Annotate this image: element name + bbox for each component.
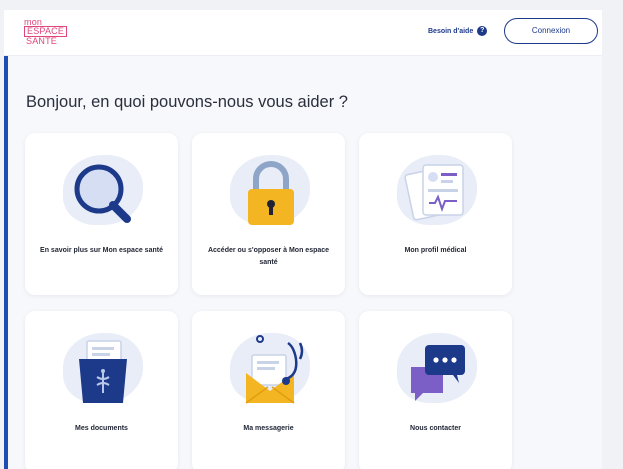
- card-label: Mon profil médical: [404, 247, 467, 254]
- documents-folder-icon: [79, 340, 127, 403]
- padlock-icon: [248, 161, 294, 225]
- main-content: Bonjour, en quoi pouvons-nous vous aider…: [4, 56, 602, 469]
- connexion-button[interactable]: Connexion: [504, 18, 598, 44]
- top-header: mon ESPACE SANTÉ Besoin d'aide ? Connexi…: [4, 10, 602, 56]
- card-label: Ma messagerie: [243, 425, 294, 432]
- mail-stethoscope-icon: [245, 335, 304, 404]
- card-en-savoir-plus[interactable]: En savoir plus sur Mon espace santé: [25, 133, 178, 295]
- card-label: Nous contacter: [410, 425, 461, 432]
- card-nous-contacter[interactable]: Nous contacter: [359, 311, 512, 469]
- logo-line-sante: SANTÉ: [26, 36, 58, 46]
- help-label: Besoin d'aide: [428, 27, 474, 35]
- magnifier-icon: [74, 164, 131, 223]
- app-frame: mon ESPACE SANTÉ Besoin d'aide ? Connexi…: [4, 10, 602, 469]
- chat-bubbles-icon: [411, 345, 465, 401]
- mon-espace-sante-logo[interactable]: mon ESPACE SANTÉ: [24, 17, 68, 46]
- card-label: En savoir plus sur Mon espace santé: [40, 247, 163, 254]
- card-mes-documents[interactable]: Mes documents: [25, 311, 178, 469]
- card-acceder-opposer[interactable]: Accéder ou s'opposer à Mon espace santé: [192, 133, 345, 295]
- question-icon: ?: [477, 26, 488, 36]
- card-label: Mes documents: [75, 425, 128, 432]
- card-label: Accéder ou s'opposer à Mon espace santé: [207, 247, 330, 266]
- logo-line-mon: mon: [24, 17, 43, 27]
- page-title: Bonjour, en quoi pouvons-nous vous aider…: [26, 93, 348, 111]
- card-ma-messagerie[interactable]: Ma messagerie: [192, 311, 345, 469]
- left-accent-bar: [4, 56, 8, 469]
- card-profil-medical[interactable]: Mon profil médical: [359, 133, 512, 295]
- medical-profile-icon: [404, 164, 464, 221]
- help-link[interactable]: Besoin d'aide ?: [428, 26, 488, 36]
